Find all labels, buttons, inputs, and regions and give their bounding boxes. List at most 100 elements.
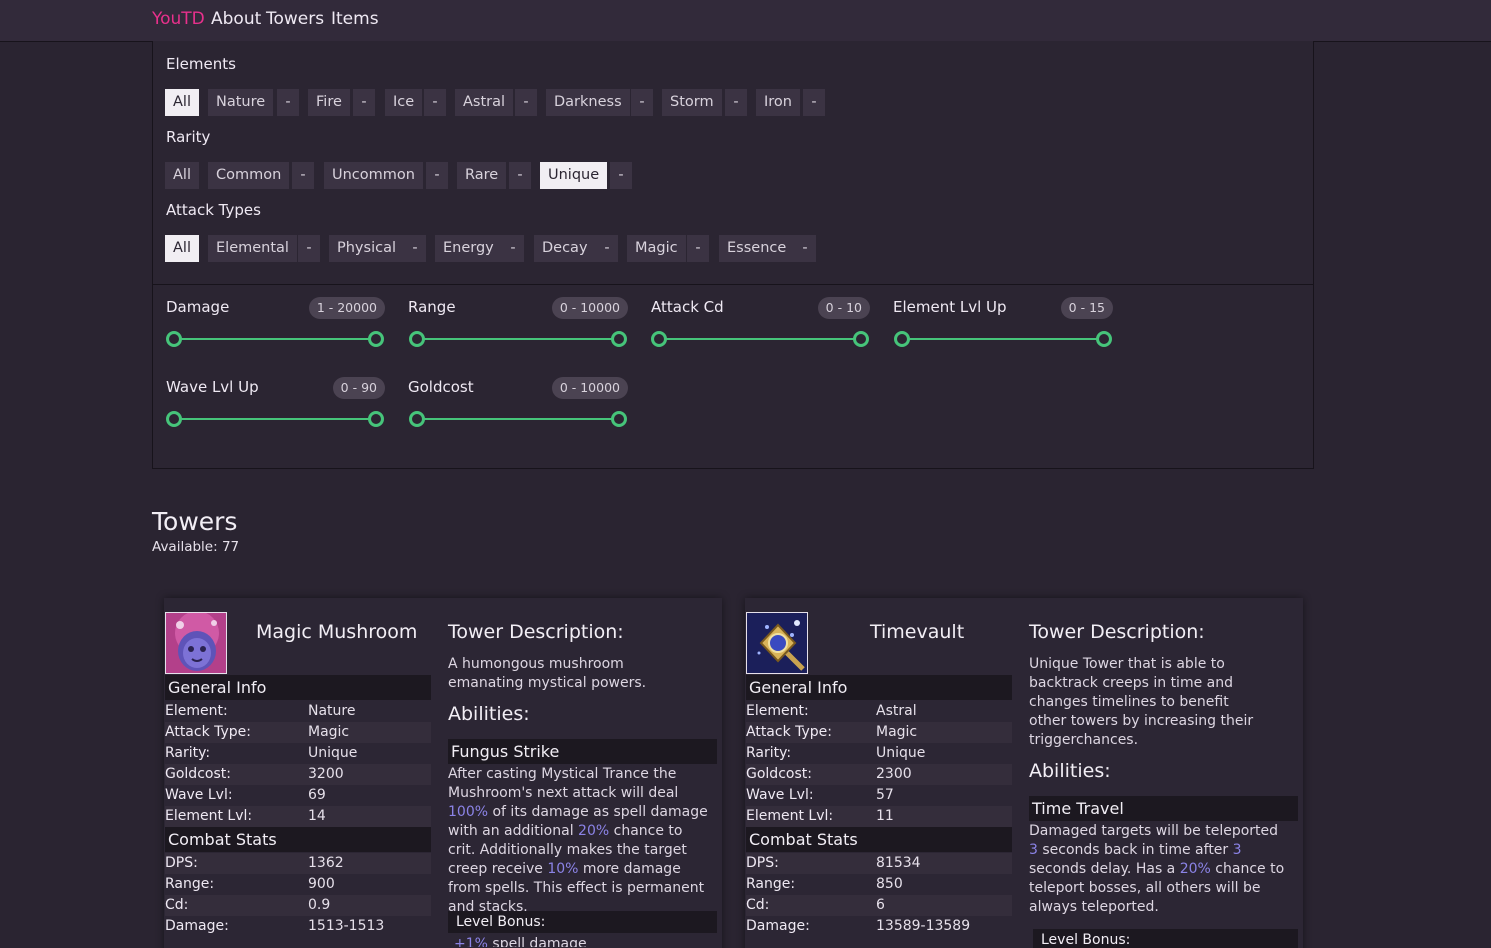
element-lvl-up-range-value: 0 - 15: [1060, 297, 1113, 319]
filter-divider: [153, 284, 1313, 285]
level-bonus-text: +1% spell damage: [454, 935, 716, 947]
elements-filter-title: Elements: [166, 55, 236, 73]
goldcost-slider-track[interactable]: [417, 418, 619, 420]
element-exclude-ice[interactable]: -: [424, 89, 446, 116]
stat-row-dps: DPS: 1362: [165, 853, 431, 874]
tower-description: A humongous mushroom emanating mystical …: [448, 656, 647, 691]
attack-exclude-physical[interactable]: -: [404, 235, 426, 262]
brand-logo[interactable]: YouTD: [152, 9, 205, 29]
ability-value: 3: [1029, 842, 1038, 858]
stat-value-damage: 1513-1513: [308, 918, 385, 934]
stat-value-rarity: Unique: [308, 745, 358, 761]
towers-available-count: Available: 77: [152, 539, 240, 555]
element-exclude-storm[interactable]: -: [725, 89, 747, 116]
wave-lvl-up-slider-track[interactable]: [174, 418, 376, 420]
stat-value-cd: 6: [876, 897, 885, 913]
tower-card-magic-mushroom[interactable]: Magic Mushroom General Info Element: Natu…: [164, 598, 722, 948]
element-filter-ice[interactable]: Ice: [385, 89, 423, 116]
rarity-filter-unique[interactable]: Unique: [540, 162, 608, 189]
ability-value: 100%: [448, 804, 489, 820]
goldcost-slider-min-handle[interactable]: [409, 411, 425, 427]
rarity-exclude-uncommon[interactable]: -: [426, 162, 448, 189]
attack-filter-magic[interactable]: Magic: [627, 235, 686, 262]
element-lvl-up-slider-track[interactable]: [902, 338, 1104, 340]
attack-filter-energy[interactable]: Energy: [435, 235, 502, 262]
damage-slider-track[interactable]: [174, 338, 376, 340]
nav-link-about[interactable]: About: [211, 9, 261, 29]
element-filter-fire[interactable]: Fire: [308, 89, 350, 116]
rarity-filter-common[interactable]: Common: [208, 162, 290, 189]
damage-slider-min-handle[interactable]: [166, 331, 182, 347]
attack-exclude-energy[interactable]: -: [502, 235, 524, 262]
stat-label: Element Lvl:: [746, 808, 834, 824]
attack-exclude-essence[interactable]: -: [794, 235, 816, 262]
element-filter-all[interactable]: All: [165, 89, 199, 116]
stat-label: Range:: [746, 876, 796, 892]
timevault-icon: [746, 612, 808, 674]
element-exclude-fire[interactable]: -: [353, 89, 375, 116]
wave-lvl-up-range-value: 0 - 90: [332, 377, 385, 399]
stat-label: Element Lvl:: [165, 808, 253, 824]
attack-exclude-elemental[interactable]: -: [298, 235, 320, 262]
goldcost-slider-max-handle[interactable]: [611, 411, 627, 427]
stat-row-rarity: Rarity: Unique: [746, 743, 1012, 764]
stat-row-attack-type: Attack Type: Magic: [165, 722, 431, 743]
stat-row-range: Range: 900: [165, 874, 431, 895]
stat-value-dps: 81534: [876, 855, 921, 871]
element-filter-storm[interactable]: Storm: [662, 89, 722, 116]
range-range-value: 0 - 10000: [551, 297, 628, 319]
element-filter-darkness[interactable]: Darkness: [546, 89, 630, 116]
mushroom-icon: [165, 612, 227, 674]
attack-filter-decay[interactable]: Decay: [534, 235, 596, 262]
rarity-filter-all[interactable]: All: [165, 162, 199, 189]
stat-label: Cd:: [165, 897, 189, 913]
element-exclude-nature[interactable]: -: [277, 89, 299, 116]
level-bonus-value: +1%: [454, 936, 488, 947]
ability-text: seconds delay. Has a: [1029, 861, 1180, 877]
element-filter-nature[interactable]: Nature: [208, 89, 274, 116]
stat-value-goldcost: 2300: [876, 766, 912, 782]
wave-lvl-up-slider-max-handle[interactable]: [368, 411, 384, 427]
rarity-exclude-common[interactable]: -: [292, 162, 314, 189]
stat-row-damage: Damage: 13589-13589: [746, 916, 1012, 937]
rarity-filter-uncommon[interactable]: Uncommon: [324, 162, 423, 189]
nav-link-items[interactable]: Items: [331, 9, 379, 29]
element-filter-iron[interactable]: Iron: [756, 89, 800, 116]
attack-types-filter-title: Attack Types: [166, 201, 261, 219]
element-exclude-iron[interactable]: -: [803, 89, 825, 116]
element-exclude-astral[interactable]: -: [515, 89, 537, 116]
stat-label: Attack Type:: [746, 724, 833, 740]
attack-exclude-magic[interactable]: -: [687, 235, 709, 262]
rarity-exclude-rare[interactable]: -: [509, 162, 531, 189]
attack-filter-essence[interactable]: Essence: [719, 235, 795, 262]
attack-exclude-decay[interactable]: -: [596, 235, 618, 262]
stat-label: DPS:: [746, 855, 779, 871]
stat-label: Goldcost:: [165, 766, 231, 782]
ability-value: 3: [1232, 842, 1242, 858]
rarity-filter-title: Rarity: [166, 128, 211, 146]
tower-name: Magic Mushroom: [256, 621, 418, 643]
stat-row-damage: Damage: 1513-1513: [165, 916, 431, 937]
nav-link-towers[interactable]: Towers: [266, 9, 324, 29]
attack-filter-elemental[interactable]: Elemental: [208, 235, 297, 262]
general-info-header: General Info: [746, 675, 1012, 700]
element-lvl-up-slider-min-handle[interactable]: [894, 331, 910, 347]
tower-card-timevault[interactable]: Timevault General Info Element: Astral At…: [745, 598, 1303, 948]
damage-slider-max-handle[interactable]: [368, 331, 384, 347]
range-slider-track[interactable]: [417, 338, 619, 340]
wave-lvl-up-slider-min-handle[interactable]: [166, 411, 182, 427]
attack-cd-slider-max-handle[interactable]: [853, 331, 869, 347]
element-filter-astral[interactable]: Astral: [455, 89, 514, 116]
range-slider-min-handle[interactable]: [409, 331, 425, 347]
stat-row-rarity: Rarity: Unique: [165, 743, 431, 764]
rarity-filter-rare[interactable]: Rare: [457, 162, 507, 189]
attack-cd-slider-track[interactable]: [659, 338, 861, 340]
attack-cd-slider-min-handle[interactable]: [651, 331, 667, 347]
rarity-exclude-unique[interactable]: -: [610, 162, 632, 189]
attack-filter-physical[interactable]: Physical: [329, 235, 404, 262]
range-slider-max-handle[interactable]: [611, 331, 627, 347]
element-exclude-darkness[interactable]: -: [631, 89, 653, 116]
element-lvl-up-slider-max-handle[interactable]: [1096, 331, 1112, 347]
attack-filter-all[interactable]: All: [165, 235, 199, 262]
stat-label: Attack Type:: [165, 724, 252, 740]
